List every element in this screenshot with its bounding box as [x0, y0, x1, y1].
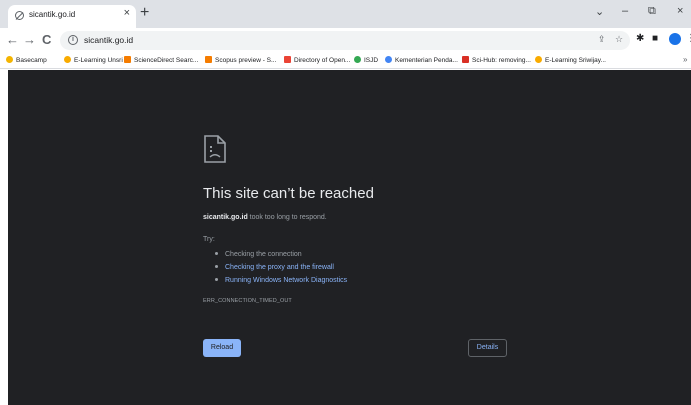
reload-icon[interactable]: C — [42, 32, 51, 47]
google-g-icon — [385, 56, 392, 63]
bookmark-item[interactable]: Sci-Hub: removing... — [462, 56, 531, 64]
minimize-button[interactable]: – — [622, 5, 628, 17]
bookmark-favicon-icon — [6, 56, 13, 63]
bullet — [215, 265, 218, 268]
tab-close-icon[interactable]: × — [124, 7, 130, 19]
error-page: This site can’t be reached sicantik.go.i… — [8, 70, 691, 405]
side-panel-icon[interactable]: ■ — [652, 33, 658, 44]
suggestion-item: Checking the connection — [215, 251, 302, 258]
bookmark-favicon-icon — [64, 56, 71, 63]
tab-strip: sicantik.go.id × + ⌄ – ⧉ × — [0, 0, 691, 28]
bookmark-favicon-icon — [535, 56, 542, 63]
tab-title: sicantik.go.id — [29, 10, 76, 19]
bookmark-item[interactable]: Kementerian Penda... — [385, 56, 458, 64]
bookmark-item[interactable]: E-Learning Unsri — [64, 56, 123, 64]
sad-page-icon — [204, 135, 226, 163]
bookmark-favicon-icon — [354, 56, 361, 63]
new-tab-button[interactable]: + — [140, 4, 149, 22]
profile-avatar[interactable] — [669, 33, 681, 45]
error-desc-rest: took too long to respond. — [247, 214, 327, 221]
try-label: Try: — [203, 236, 215, 243]
share-icon[interactable]: ⇪ — [598, 34, 606, 45]
bookmark-item[interactable]: ISJD — [354, 56, 378, 64]
bookmark-favicon-icon — [124, 56, 131, 63]
browser-toolbar: ← → C i sicantik.go.id ⇪ ☆ ✱ ■ ⋮ — [0, 28, 691, 53]
tab-search-chevron-icon[interactable]: ⌄ — [595, 5, 604, 18]
back-arrow-icon[interactable]: ← — [6, 32, 19, 47]
blocked-globe-icon — [15, 11, 24, 20]
restore-button[interactable]: ⧉ — [648, 5, 656, 18]
suggestion-item: Running Windows Network Diagnostics — [215, 277, 347, 284]
error-title: This site can’t be reached — [203, 185, 374, 202]
bookmark-item[interactable]: ScienceDirect Searc... — [124, 56, 198, 64]
bookmark-item[interactable]: Scopus preview - S... — [205, 56, 276, 64]
bookmark-favicon-icon — [462, 56, 469, 63]
details-button[interactable]: Details — [468, 339, 507, 357]
bookmark-favicon-icon — [284, 56, 291, 63]
bookmark-item[interactable]: E-Learning Sriwijay... — [535, 56, 606, 64]
extensions-puzzle-icon[interactable]: ✱ — [636, 33, 644, 44]
bullet — [215, 252, 218, 255]
bookmark-item[interactable]: Directory of Open... — [284, 56, 350, 64]
menu-kebab-icon[interactable]: ⋮ — [686, 33, 691, 44]
address-bar[interactable]: i sicantik.go.id ⇪ ☆ — [60, 31, 630, 50]
reload-button[interactable]: Reload — [203, 339, 241, 357]
bookmark-star-icon[interactable]: ☆ — [615, 34, 623, 45]
network-diagnostics-link[interactable]: Running Windows Network Diagnostics — [225, 277, 347, 284]
more-bookmarks-icon[interactable]: » — [683, 55, 687, 64]
bookmark-item[interactable]: Basecamp — [6, 56, 47, 64]
close-window-button[interactable]: × — [677, 5, 683, 17]
bullet — [215, 278, 218, 281]
bookmark-favicon-icon — [205, 56, 212, 63]
active-tab[interactable]: sicantik.go.id × — [8, 5, 136, 28]
proxy-firewall-link[interactable]: Checking the proxy and the firewall — [225, 264, 334, 271]
error-code: ERR_CONNECTION_TIMED_OUT — [203, 298, 292, 304]
suggestion-item: Checking the proxy and the firewall — [215, 264, 334, 271]
site-info-icon[interactable]: i — [68, 35, 78, 45]
error-description: sicantik.go.id took too long to respond. — [203, 214, 327, 221]
bookmarks-bar: Basecamp E-Learning Unsri ScienceDirect … — [0, 53, 691, 69]
url-text: sicantik.go.id — [84, 35, 134, 45]
error-host: sicantik.go.id — [203, 214, 248, 221]
forward-arrow-icon[interactable]: → — [23, 32, 36, 47]
